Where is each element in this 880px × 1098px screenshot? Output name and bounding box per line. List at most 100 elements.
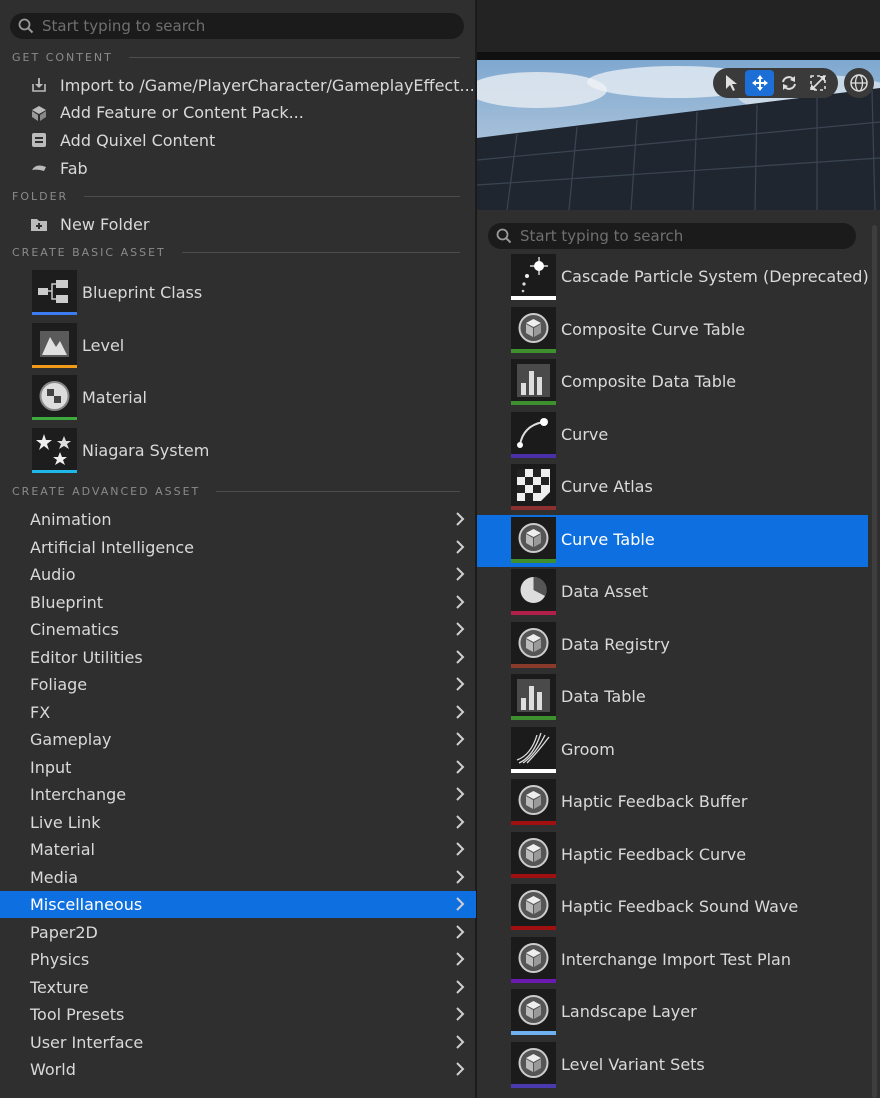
- category-physics[interactable]: Physics: [0, 946, 476, 973]
- scale-tool-button[interactable]: [803, 70, 832, 96]
- pie-icon: [511, 569, 556, 611]
- asset-color-bar: [511, 821, 556, 825]
- basic-asset-material[interactable]: Material: [0, 375, 476, 427]
- chevron-right-icon: [456, 842, 465, 856]
- category-audio[interactable]: Audio: [0, 561, 476, 588]
- scale-icon: [809, 75, 826, 91]
- asset-interchange-import-test-plan[interactable]: Interchange Import Test Plan: [477, 935, 868, 987]
- import-icon: [30, 76, 48, 94]
- asset-cascade-particle-system-deprecated[interactable]: Cascade Particle System (Deprecated): [477, 252, 869, 304]
- select-tool-button[interactable]: [716, 70, 745, 96]
- chevron-right-icon: [456, 897, 465, 911]
- groom-icon: [511, 726, 556, 769]
- asset-label: Haptic Feedback Curve: [561, 844, 747, 864]
- category-cinematics[interactable]: Cinematics: [0, 616, 476, 643]
- asset-color-bar: [511, 296, 556, 300]
- section-label: CREATE ADVANCED ASSET: [12, 484, 201, 498]
- asset-label: Cascade Particle System (Deprecated): [561, 267, 869, 286]
- asset-label: Groom: [561, 739, 615, 759]
- rotate-tool-button[interactable]: [774, 70, 803, 96]
- category-label: Tool Presets: [30, 1005, 125, 1024]
- cube-icon: [511, 989, 556, 1031]
- menu-item-add-quixel-content[interactable]: Add Quixel Content: [0, 128, 476, 152]
- asset-groom[interactable]: Groom: [477, 725, 868, 777]
- basic-asset-level[interactable]: Level: [0, 322, 476, 375]
- menu-item-label: Fab: [60, 158, 88, 178]
- asset-level-variant-sets[interactable]: Level Variant Sets: [477, 1040, 868, 1092]
- search-icon: [496, 228, 512, 244]
- select-icon: [725, 75, 737, 91]
- asset-data-table[interactable]: Data Table: [477, 672, 868, 724]
- asset-curve[interactable]: Curve: [477, 410, 868, 462]
- category-editor-utilities[interactable]: Editor Utilities: [0, 644, 476, 671]
- asset-haptic-feedback-buffer[interactable]: Haptic Feedback Buffer: [477, 777, 868, 829]
- niagara-icon: [32, 428, 77, 474]
- asset-composite-data-table[interactable]: Composite Data Table: [477, 357, 868, 409]
- level-viewport[interactable]: [477, 0, 880, 210]
- section-label: FOLDER: [12, 189, 69, 203]
- category-foliage[interactable]: Foliage: [0, 671, 476, 698]
- asset-haptic-feedback-curve[interactable]: Haptic Feedback Curve: [477, 830, 868, 882]
- left-search-box[interactable]: [10, 13, 464, 39]
- category-label: Foliage: [30, 675, 88, 694]
- category-world[interactable]: World: [0, 1056, 476, 1083]
- category-live-link[interactable]: Live Link: [0, 809, 476, 836]
- asset-color-bar: [511, 506, 556, 510]
- category-interchange[interactable]: Interchange: [0, 781, 476, 808]
- category-texture[interactable]: Texture: [0, 974, 476, 1001]
- asset-label: Curve Table: [561, 529, 655, 549]
- asset-label: Interchange Import Test Plan: [561, 949, 791, 969]
- category-blueprint[interactable]: Blueprint: [0, 589, 476, 616]
- asset-curve-table[interactable]: Curve Table: [477, 514, 868, 567]
- asset-haptic-feedback-sound-wave[interactable]: Haptic Feedback Sound Wave: [477, 882, 868, 934]
- right-search-input[interactable]: [518, 226, 856, 246]
- section-get-content: GET CONTENT: [12, 50, 460, 64]
- category-fx[interactable]: FX: [0, 699, 476, 726]
- asset-data-asset[interactable]: Data Asset: [477, 567, 868, 619]
- submenu-scrollbar[interactable]: [872, 225, 877, 1098]
- category-animation[interactable]: Animation: [0, 506, 476, 533]
- cube-icon: [511, 1041, 556, 1084]
- category-gameplay[interactable]: Gameplay: [0, 726, 476, 753]
- asset-color-bar: [32, 312, 77, 315]
- move-icon: [751, 75, 768, 91]
- category-label: World: [30, 1060, 76, 1079]
- menu-item-new-folder[interactable]: New Folder: [0, 212, 476, 236]
- category-input[interactable]: Input: [0, 754, 476, 781]
- menu-item-add-feature-or-content-pack[interactable]: Add Feature or Content Pack...: [0, 101, 476, 125]
- blueprint-class-icon: [32, 270, 77, 315]
- asset-color-bar: [511, 611, 556, 615]
- menu-item-import-to-game-playercharacter-gameplayeffect[interactable]: Import to /Game/PlayerCharacter/Gameplay…: [0, 73, 476, 97]
- world-space-button[interactable]: [844, 68, 874, 98]
- asset-color-bar: [511, 348, 556, 353]
- left-search-input[interactable]: [40, 16, 464, 36]
- asset-label: Data Asset: [561, 582, 649, 601]
- category-artificial-intelligence[interactable]: Artificial Intelligence: [0, 534, 476, 561]
- right-search-box[interactable]: [488, 223, 856, 249]
- category-tool-presets[interactable]: Tool Presets: [0, 1001, 476, 1028]
- cube-icon: [511, 779, 556, 821]
- category-material[interactable]: Material: [0, 836, 476, 863]
- asset-data-registry[interactable]: Data Registry: [477, 620, 868, 672]
- chevron-right-icon: [456, 594, 465, 609]
- asset-composite-curve-table[interactable]: Composite Curve Table: [477, 305, 868, 357]
- basic-asset-label: Level: [82, 335, 125, 355]
- move-tool-button[interactable]: [745, 70, 774, 96]
- rotate-icon: [781, 76, 796, 90]
- asset-color-bar: [511, 926, 556, 930]
- asset-curve-atlas[interactable]: Curve Atlas: [477, 462, 868, 514]
- category-label: Material: [30, 840, 95, 859]
- asset-color-bar: [511, 978, 556, 983]
- category-paper2d[interactable]: Paper2D: [0, 919, 476, 946]
- chevron-right-icon: [456, 732, 465, 746]
- menu-item-fab[interactable]: Fab: [0, 156, 476, 180]
- category-miscellaneous[interactable]: Miscellaneous: [0, 891, 476, 918]
- asset-landscape-layer[interactable]: Landscape Layer: [477, 987, 868, 1039]
- category-user-interface[interactable]: User Interface: [0, 1029, 476, 1056]
- asset-color-bar: [511, 768, 556, 773]
- category-media[interactable]: Media: [0, 864, 476, 891]
- bar-chart-icon: [511, 674, 556, 716]
- basic-asset-blueprint-class[interactable]: Blueprint Class: [0, 270, 476, 322]
- basic-asset-niagara-system[interactable]: Niagara System: [0, 428, 476, 480]
- menu-item-label: Import to /Game/PlayerCharacter/Gameplay…: [60, 75, 475, 95]
